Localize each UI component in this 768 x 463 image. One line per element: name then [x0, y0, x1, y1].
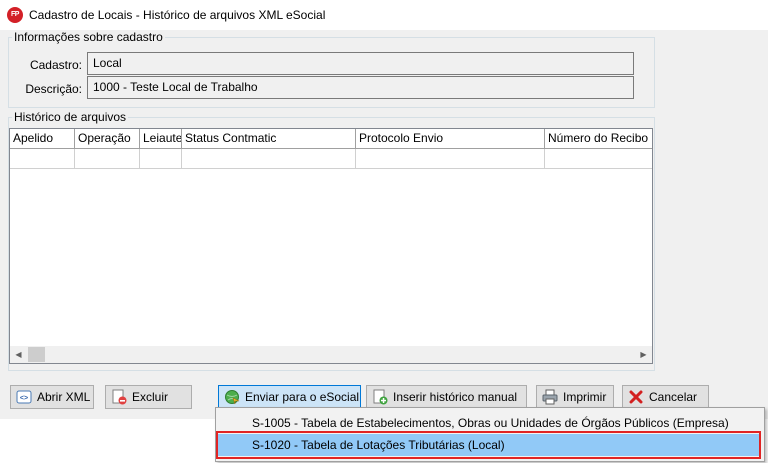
- column-header-protocolo[interactable]: Protocolo Envio: [356, 129, 545, 149]
- table-cell[interactable]: [545, 149, 652, 169]
- table-cell[interactable]: [75, 149, 140, 169]
- imprimir-button[interactable]: Imprimir: [536, 385, 614, 409]
- window-title: Cadastro de Locais - Histórico de arquiv…: [29, 8, 326, 22]
- cadastro-label: Cadastro:: [29, 58, 82, 72]
- cadastro-field[interactable]: Local: [87, 52, 634, 75]
- column-header-status[interactable]: Status Contmatic: [182, 129, 356, 149]
- column-header-operacao[interactable]: Operação: [75, 129, 140, 149]
- scroll-left-icon[interactable]: ◀: [10, 346, 27, 363]
- history-group-legend: Histórico de arquivos: [12, 110, 129, 124]
- table-row[interactable]: [10, 149, 652, 169]
- table-cell[interactable]: [182, 149, 356, 169]
- abrir-xml-button[interactable]: <> Abrir XML: [10, 385, 94, 409]
- cancelar-label: Cancelar: [649, 390, 698, 404]
- grid-header: Apelido Operação Leiaute Status Contmati…: [10, 129, 652, 149]
- enviar-esocial-label: Enviar para o eSocial: [245, 390, 360, 404]
- inserir-historico-label: Inserir histórico manual: [393, 390, 518, 404]
- abrir-xml-label: Abrir XML: [37, 390, 91, 404]
- send-globe-icon: [224, 389, 240, 405]
- table-cell[interactable]: [356, 149, 545, 169]
- column-header-leiaute[interactable]: Leiaute: [140, 129, 182, 149]
- cancelar-button[interactable]: Cancelar: [622, 385, 709, 409]
- xml-file-icon: <>: [16, 389, 32, 405]
- history-grid[interactable]: Apelido Operação Leiaute Status Contmati…: [9, 128, 653, 364]
- descricao-label: Descrição:: [25, 82, 82, 96]
- excluir-label: Excluir: [132, 390, 169, 404]
- printer-icon: [542, 389, 558, 405]
- imprimir-label: Imprimir: [563, 390, 607, 404]
- add-document-icon: [372, 389, 388, 405]
- delete-document-icon: [111, 389, 127, 405]
- table-cell[interactable]: [140, 149, 182, 169]
- inserir-historico-button[interactable]: Inserir histórico manual: [366, 385, 527, 409]
- enviar-esocial-button[interactable]: Enviar para o eSocial: [218, 385, 361, 409]
- cancel-x-icon: [628, 389, 644, 405]
- title-bar: FP Cadastro de Locais - Histórico de arq…: [0, 0, 768, 30]
- table-cell[interactable]: [10, 149, 75, 169]
- app-logo-icon: FP: [7, 7, 23, 23]
- svg-text:<>: <>: [20, 395, 28, 402]
- info-group-legend: Informações sobre cadastro: [12, 30, 165, 44]
- scroll-right-icon[interactable]: ▶: [635, 346, 652, 363]
- highlight-outline: [216, 431, 761, 459]
- excluir-button[interactable]: Excluir: [105, 385, 192, 409]
- column-header-apelido[interactable]: Apelido: [10, 129, 75, 149]
- horizontal-scrollbar[interactable]: ◀ ▶: [10, 346, 652, 363]
- scroll-thumb[interactable]: [28, 347, 45, 362]
- column-header-recibo[interactable]: Número do Recibo: [545, 129, 652, 149]
- descricao-field[interactable]: 1000 - Teste Local de Trabalho: [87, 76, 634, 99]
